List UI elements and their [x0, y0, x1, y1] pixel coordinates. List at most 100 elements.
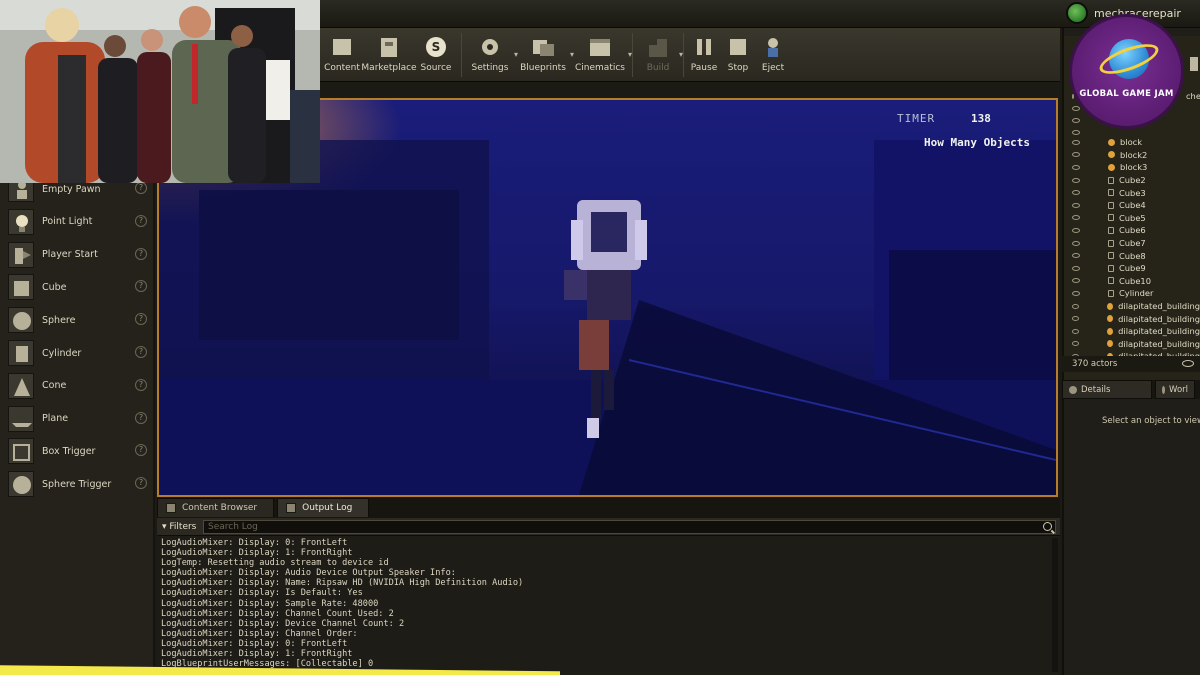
outliner-row[interactable]: Cube4: [1064, 199, 1200, 212]
place-item-cone[interactable]: Cone?: [8, 371, 153, 401]
outliner-row[interactable]: Cube7: [1064, 237, 1200, 250]
help-icon[interactable]: ?: [135, 182, 147, 194]
place-item-box-trigger[interactable]: Box Trigger?: [8, 436, 153, 466]
outliner-row[interactable]: dilapitated_building: [1064, 300, 1200, 313]
visibility-eye-icon[interactable]: [1072, 341, 1080, 347]
blueprints-button[interactable]: Blueprints ▾: [515, 28, 574, 80]
static-mesh-icon: [1108, 277, 1114, 285]
build-button[interactable]: Build ▾: [636, 28, 683, 80]
visibility-eye-icon[interactable]: [1072, 215, 1080, 221]
visibility-eye-icon[interactable]: [1072, 190, 1080, 196]
help-icon[interactable]: ?: [135, 411, 147, 424]
help-icon[interactable]: ?: [135, 444, 147, 457]
visibility-eye-icon[interactable]: [1072, 328, 1080, 334]
place-item-cylinder[interactable]: Cylinder?: [8, 338, 153, 368]
static-mesh-icon: [1108, 289, 1114, 297]
visibility-eye-icon[interactable]: [1072, 177, 1080, 183]
static-mesh-icon: [1108, 226, 1114, 234]
help-icon[interactable]: ?: [135, 477, 147, 490]
tab-output-log[interactable]: Output Log: [277, 498, 370, 517]
place-item-sphere[interactable]: Sphere?: [8, 305, 153, 335]
visibility-eye-icon[interactable]: [1072, 290, 1080, 296]
help-icon[interactable]: ?: [135, 313, 147, 326]
visibility-eye-icon[interactable]: [1072, 105, 1080, 111]
output-log: LogAudioMixer: Display: 0: FrontLeft LogA…: [161, 538, 1049, 670]
filters-dropdown[interactable]: ▾ Filters: [157, 522, 203, 532]
visibility-eye-icon[interactable]: [1072, 202, 1080, 208]
outliner-row[interactable]: block2: [1064, 149, 1200, 162]
place-item-plane[interactable]: Plane?: [8, 404, 153, 434]
outliner-item-label: dilapitated_building: [1118, 338, 1200, 349]
stop-button[interactable]: Stop: [721, 28, 755, 80]
help-icon[interactable]: ?: [135, 247, 147, 260]
outliner-row[interactable]: Cylinder: [1064, 287, 1200, 300]
outliner-row[interactable]: dilapitated_building: [1064, 325, 1200, 338]
help-icon[interactable]: ?: [135, 280, 147, 293]
outliner-row[interactable]: Cube5: [1064, 212, 1200, 225]
visibility-eye-icon[interactable]: [1072, 265, 1080, 271]
visibility-eye-icon[interactable]: [1072, 117, 1080, 123]
outliner-row[interactable]: block: [1064, 136, 1200, 149]
view-options-icon[interactable]: [1182, 360, 1194, 367]
eject-button[interactable]: Eject: [755, 28, 791, 80]
outliner-row[interactable]: Cube2: [1064, 174, 1200, 187]
chevron-down-icon[interactable]: ▾: [628, 50, 632, 59]
cinematics-button[interactable]: Cinematics ▾: [571, 28, 632, 80]
player-start-icon: [8, 241, 34, 268]
chevron-down-icon[interactable]: ▾: [679, 50, 683, 59]
static-mesh-icon: [1108, 176, 1114, 184]
outliner-scrollbar[interactable]: [1190, 57, 1198, 71]
outliner-row[interactable]: Cube3: [1064, 186, 1200, 199]
settings-icon: [477, 35, 503, 59]
visibility-eye-icon[interactable]: [1072, 227, 1080, 233]
outliner-row[interactable]: dilapitated_building: [1064, 312, 1200, 325]
outliner-row[interactable]: Cube9: [1064, 262, 1200, 275]
place-item-sphere-trigger[interactable]: Sphere Trigger?: [8, 469, 153, 499]
tab-worl[interactable]: Worl: [1155, 380, 1195, 399]
unreal-editor-window: mechracerepair Content Marketplace S Source…: [0, 0, 1200, 675]
log-scrollbar[interactable]: [1052, 538, 1058, 672]
help-icon[interactable]: ?: [135, 346, 147, 358]
tab-details[interactable]: Details: [1062, 380, 1152, 399]
outliner-item-label: Cube10: [1119, 275, 1151, 286]
visibility-eye-icon[interactable]: [1072, 303, 1080, 309]
place-item-point-light[interactable]: Point Light?: [8, 207, 153, 237]
visibility-eye-icon[interactable]: [1072, 253, 1080, 259]
visibility-eye-icon[interactable]: [1072, 316, 1080, 322]
webcam-overlay: [0, 0, 320, 183]
visibility-eye-icon[interactable]: [1072, 152, 1080, 158]
place-item-player-start[interactable]: Player Start?: [8, 240, 153, 270]
pause-button[interactable]: Pause: [687, 28, 721, 80]
visibility-eye-icon[interactable]: [1072, 129, 1080, 135]
static-mesh-icon: [1108, 264, 1114, 272]
outliner-row[interactable]: dilapitated_building: [1064, 338, 1200, 351]
visibility-eye-icon[interactable]: [1072, 164, 1080, 170]
help-icon[interactable]: ?: [135, 378, 147, 391]
box-trigger-icon: [8, 438, 34, 465]
outliner-row[interactable]: Cube8: [1064, 249, 1200, 262]
outliner-row[interactable]: Cube6: [1064, 224, 1200, 237]
content-button[interactable]: Content: [320, 28, 364, 80]
outliner-row[interactable]: Cube10: [1064, 275, 1200, 288]
tab-content-browser[interactable]: Content Browser: [157, 498, 275, 517]
settings-button[interactable]: Settings ▾: [465, 28, 518, 80]
toolbar-label: Source: [420, 63, 452, 73]
toolbar-separator: [632, 33, 633, 77]
tab-label: Details: [1081, 384, 1111, 395]
eject-icon: [760, 35, 786, 59]
log-line: LogAudioMixer: Display: Audio Device Out…: [161, 568, 456, 579]
outliner-row[interactable]: block3: [1064, 161, 1200, 174]
marketplace-button[interactable]: Marketplace: [361, 28, 417, 80]
search-log-input[interactable]: Search Log: [203, 519, 1056, 534]
visibility-eye-icon[interactable]: [1072, 240, 1080, 246]
help-icon[interactable]: ?: [135, 214, 147, 227]
source-button[interactable]: S Source: [414, 28, 458, 80]
toolbar-label: Content: [324, 63, 360, 73]
visibility-eye-icon[interactable]: [1072, 139, 1080, 145]
place-item-cube[interactable]: Cube?: [8, 272, 153, 302]
global-game-jam-logo: GLOBAL GAME JAM: [1069, 14, 1184, 129]
search-icon[interactable]: [1043, 521, 1052, 531]
log-line: LogAudioMixer: Display: Name: Ripsaw HD …: [161, 578, 524, 589]
visibility-eye-icon[interactable]: [1072, 278, 1080, 284]
static-mesh-icon: [1108, 239, 1114, 247]
